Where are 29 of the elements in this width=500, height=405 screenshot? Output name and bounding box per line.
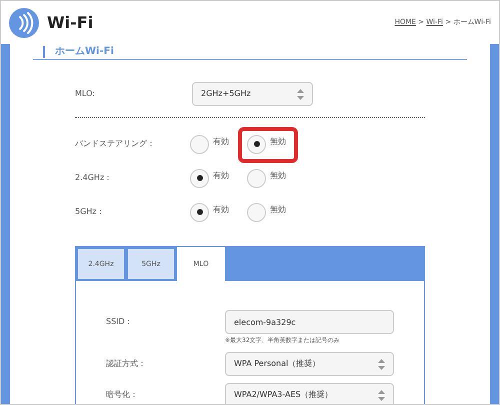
radio-label: 有効 (213, 170, 230, 182)
radio-button[interactable] (247, 168, 266, 188)
field-label: 暗号化： (106, 389, 139, 401)
field-label: 2.4GHz： (75, 172, 114, 184)
radio-button[interactable] (190, 202, 209, 222)
up-down-arrows-icon (378, 358, 385, 370)
up-down-arrows-icon (297, 88, 304, 100)
radio-button[interactable] (247, 134, 266, 154)
field-label: バンドステアリング： (75, 138, 156, 150)
page-title: Wi-Fi (47, 12, 94, 34)
radio-label: 有効 (213, 136, 230, 148)
field-label: SSID： (106, 316, 134, 328)
radio-button[interactable] (190, 168, 209, 188)
radio-button[interactable] (247, 202, 266, 222)
radio-label: 有効 (213, 204, 230, 216)
radio-label: 無効 (270, 204, 287, 216)
radio-button[interactable] (190, 134, 209, 154)
dropdown-select[interactable]: WPA2/WPA3-AES（推奨） (225, 383, 394, 404)
section-title: ホームWi-Fi (55, 45, 114, 59)
mlo-select[interactable]: 2GHz+5GHz (192, 82, 313, 106)
field-label: 5GHz： (75, 206, 106, 218)
wifi-logo-icon (9, 8, 39, 38)
field-label: 認証方式： (106, 358, 147, 370)
dropdown-select[interactable]: WPA Personal（推奨） (225, 352, 394, 376)
radio-label: 無効 (270, 170, 287, 182)
ssid-input[interactable]: elecom-9a329c (225, 310, 394, 334)
radio-label: 無効 (270, 136, 287, 148)
up-down-arrows-icon (378, 390, 385, 400)
field-label: MLO: (75, 88, 96, 100)
